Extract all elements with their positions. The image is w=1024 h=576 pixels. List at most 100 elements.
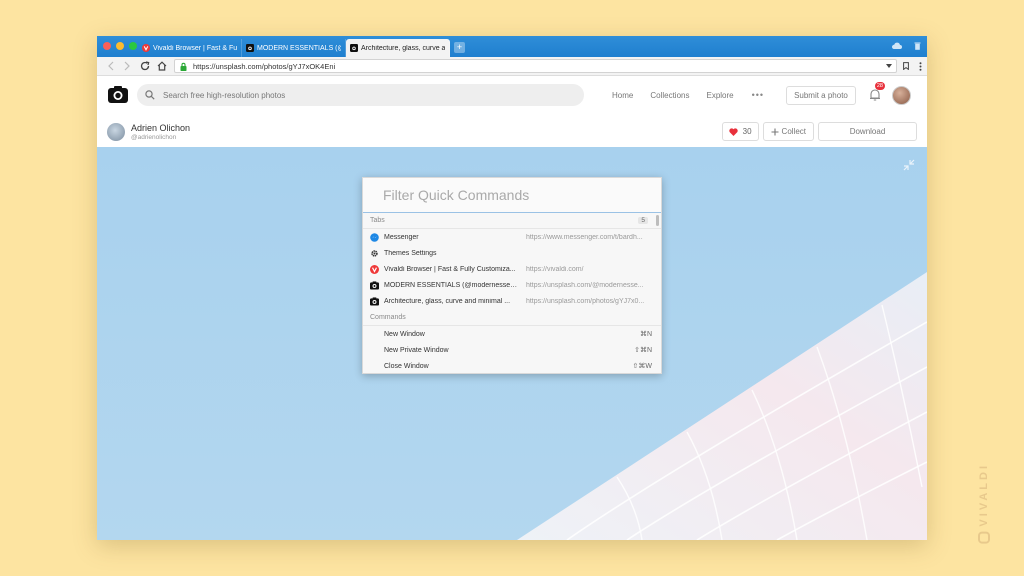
quick-command-item[interactable]: Architecture, glass, curve and minimal .… <box>363 294 661 310</box>
tab-architecture[interactable]: Architecture, glass, curve and <box>346 39 450 57</box>
scrollbar[interactable] <box>656 215 659 226</box>
search-icon <box>145 90 155 100</box>
section-title: Commands <box>370 313 406 321</box>
vivaldi-icon <box>370 264 379 274</box>
watermark-text: VIVALDI <box>978 463 990 527</box>
more-menu-button[interactable]: ••• <box>752 90 764 100</box>
author-name[interactable]: Adrien Olichon <box>131 123 190 133</box>
command-shortcut: ⇧⌘W <box>632 363 652 371</box>
reload-button[interactable] <box>136 58 153 75</box>
command-title: New Private Window <box>384 346 449 354</box>
heart-icon <box>728 127 738 136</box>
notifications-button[interactable]: 28 <box>869 82 885 102</box>
maximize-window-button[interactable] <box>129 42 137 50</box>
lock-icon <box>180 62 187 71</box>
item-title: Messenger <box>384 233 419 241</box>
minimize-window-button[interactable] <box>116 42 124 50</box>
item-title: Themes Settings <box>384 249 437 257</box>
item-title: MODERN ESSENTIALS (@modernessenti... <box>384 282 518 290</box>
item-url: https://unsplash.com/@modernesse... <box>525 282 644 290</box>
vivaldi-logo-icon <box>978 532 990 544</box>
download-button[interactable]: Download <box>818 122 917 141</box>
messenger-icon <box>370 232 379 242</box>
tab-label: Vivaldi Browser | Fast & Fully C <box>153 44 237 52</box>
tab-modern-essentials[interactable]: MODERN ESSENTIALS (@moder <box>242 39 346 57</box>
url-field[interactable]: https://unsplash.com/photos/gYJ7xOK4Eni <box>174 59 897 73</box>
like-button[interactable]: 30 <box>721 122 759 141</box>
collect-label: Collect <box>781 127 806 136</box>
home-icon <box>157 61 166 71</box>
author-handle[interactable]: @adrienolichon <box>131 134 190 141</box>
user-avatar[interactable] <box>891 85 911 105</box>
search-placeholder: Search free high-resolution photos <box>163 90 286 100</box>
reload-icon <box>140 61 149 71</box>
like-count: 30 <box>742 127 752 136</box>
tab-label: MODERN ESSENTIALS (@moder <box>257 44 341 52</box>
item-url: https://vivaldi.com/ <box>525 265 584 273</box>
plus-icon <box>771 128 779 135</box>
url-text: https://unsplash.com/photos/gYJ7xOK4Eni <box>193 61 336 71</box>
back-button[interactable] <box>102 58 119 75</box>
browser-window: Vivaldi Browser | Fast & Fully C MODERN … <box>97 36 927 540</box>
camera-icon <box>246 44 254 52</box>
quick-command-item[interactable]: New Private Window ⇧⌘N <box>363 342 661 358</box>
item-title: Vivaldi Browser | Fast & Fully Customiza… <box>384 265 516 273</box>
forward-button[interactable] <box>119 58 136 75</box>
home-button[interactable] <box>153 58 170 75</box>
unsplash-logo-icon[interactable] <box>108 85 128 105</box>
quick-command-item[interactable]: Vivaldi Browser | Fast & Fully Customiza… <box>363 261 661 277</box>
author-avatar[interactable] <box>107 122 125 141</box>
quick-command-item[interactable]: Themes Settings <box>363 245 661 261</box>
quick-commands-panel: Filter Quick Commands Tabs 5 Messenger h… <box>362 177 662 374</box>
tabs-count-badge: 5 <box>638 217 648 224</box>
command-title: New Window <box>384 330 425 338</box>
item-url: https://unsplash.com/photos/gYJ7x0... <box>525 298 645 306</box>
command-shortcut: ⌘N <box>639 331 652 339</box>
command-shortcut: ⇧⌘N <box>634 347 652 355</box>
submit-photo-button[interactable]: Submit a photo <box>786 85 856 105</box>
tab-bar: Vivaldi Browser | Fast & Fully C MODERN … <box>97 36 927 57</box>
chevron-right-icon <box>124 61 130 71</box>
cloud-icon[interactable] <box>891 42 902 49</box>
command-title: Close Window <box>384 362 429 370</box>
new-tab-button[interactable]: + <box>454 42 465 53</box>
chevron-left-icon <box>108 61 114 71</box>
search-input[interactable]: Search free high-resolution photos <box>137 84 584 106</box>
tab-vivaldi[interactable]: Vivaldi Browser | Fast & Fully C <box>138 39 242 57</box>
quick-command-item[interactable]: New Window ⌘N <box>363 326 661 342</box>
quick-command-item[interactable]: Messenger https://www.messenger.com/t/ba… <box>363 229 661 245</box>
nav-collections[interactable]: Collections <box>650 91 689 100</box>
close-window-button[interactable] <box>103 42 111 50</box>
menu-dots-icon[interactable] <box>919 61 922 71</box>
bookmark-icon[interactable] <box>903 62 909 70</box>
collect-button[interactable]: Collect <box>762 122 814 141</box>
notification-badge: 28 <box>874 82 885 90</box>
section-header-commands: Commands <box>363 310 661 326</box>
site-header: Search free high-resolution photos Home … <box>97 76 927 114</box>
nav-home[interactable]: Home <box>612 91 633 100</box>
section-header-tabs: Tabs 5 <box>363 213 661 229</box>
address-bar: https://unsplash.com/photos/gYJ7xOK4Eni <box>97 57 927 76</box>
trash-icon[interactable] <box>914 41 921 50</box>
camera-icon <box>370 297 379 306</box>
item-url: https://www.messenger.com/t/bardh... <box>525 233 643 241</box>
quick-command-item[interactable]: Close Window ⇧⌘W <box>363 358 661 373</box>
nav-explore[interactable]: Explore <box>706 91 733 100</box>
window-controls <box>103 42 137 50</box>
photo-header: Adrien Olichon @adrienolichon 30 Collect… <box>97 114 927 149</box>
quick-commands-filter-input[interactable]: Filter Quick Commands <box>363 178 661 213</box>
collapse-icon[interactable] <box>903 159 915 171</box>
chevron-down-icon[interactable] <box>886 64 892 68</box>
section-title: Tabs <box>370 217 385 224</box>
item-title: Architecture, glass, curve and minimal .… <box>384 298 511 306</box>
vivaldi-icon <box>142 44 150 52</box>
gear-icon <box>370 249 379 258</box>
camera-icon <box>350 44 358 52</box>
photo-image: Filter Quick Commands Tabs 5 Messenger h… <box>97 147 927 540</box>
tab-label: Architecture, glass, curve and <box>361 44 445 52</box>
vivaldi-watermark: VIVALDI <box>978 463 990 544</box>
quick-command-item[interactable]: MODERN ESSENTIALS (@modernessenti... htt… <box>363 278 661 294</box>
site-nav: Home Collections Explore <box>612 91 734 100</box>
quick-commands-list: Tabs 5 Messenger https://www.messenger.c… <box>363 213 661 373</box>
camera-icon <box>370 281 379 290</box>
